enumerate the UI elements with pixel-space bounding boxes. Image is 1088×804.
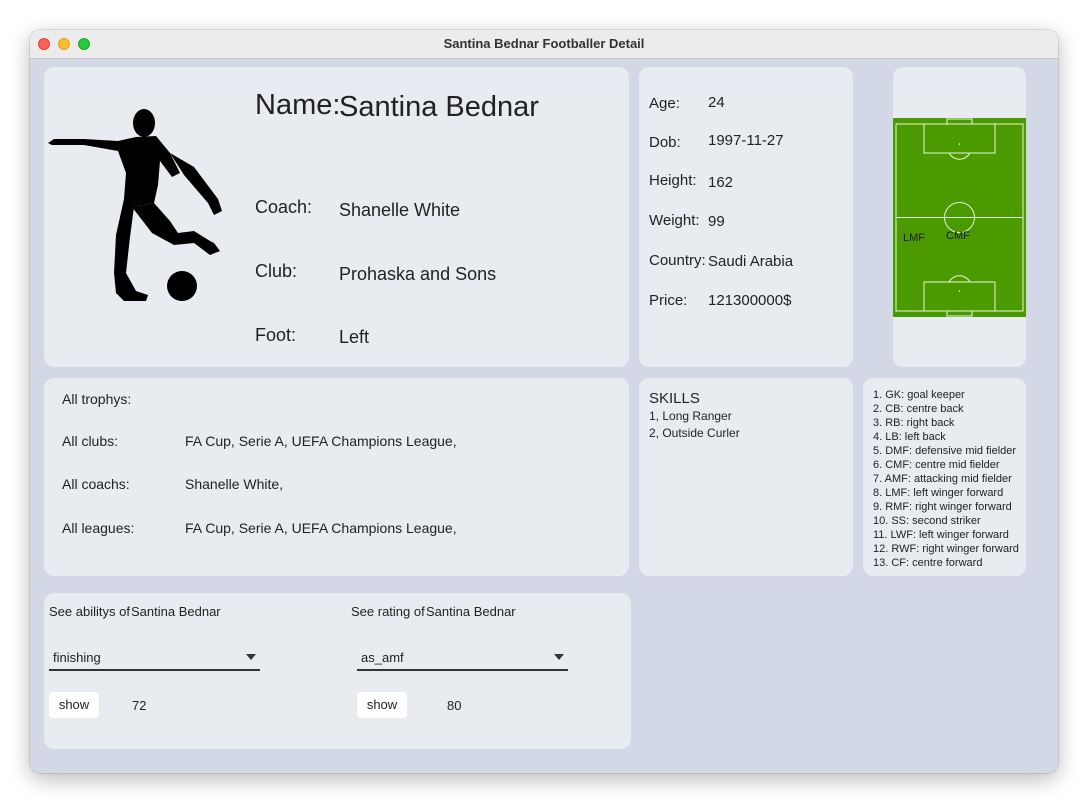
foot-value: Left [339,327,370,347]
legend-item: 3. RB: right back [873,417,955,429]
skills-card: SKILLS 1, Long Ranger 2, Outside Curler [639,378,853,576]
legend-item: 10. SS: second striker [873,515,981,527]
legend-item: 2. CB: centre back [873,403,964,415]
profile-card: Name: Santina Bednar Coach: Shanelle Whi… [44,67,629,367]
coachs-label: All coachs: [62,476,130,492]
coachs-value: Shanelle White, [185,476,284,492]
footballer-silhouette-icon [48,109,222,301]
legend-item: 5. DMF: defensive mid fielder [873,445,1017,457]
trophys-label: All trophys: [62,391,132,407]
legend-item: 4. LB: left back [873,431,946,443]
rating-select[interactable]: as_amf [357,645,568,671]
height-value: 162 [708,174,734,191]
height-label: Height: [649,172,697,189]
football-pitch: LMF CMF [893,118,1026,317]
skill-item: 1, Long Ranger [649,409,732,423]
price-label: Price: [649,292,688,309]
chevron-down-icon [246,654,256,660]
skill-item: 2, Outside Curler [649,426,740,440]
legend-item: 8. LMF: left winger forward [873,487,1004,499]
coach-label: Coach: [255,197,313,217]
history-card: All trophys: All clubs: FA Cup, Serie A,… [44,378,629,576]
ability-player-name: Santina Bednar [131,604,221,619]
skills-title: SKILLS [649,390,700,407]
rating-player-name: Santina Bednar [426,604,516,619]
ability-select[interactable]: finishing [49,645,260,671]
foot-label: Foot: [255,325,297,345]
country-label: Country: [649,252,706,269]
rating-label: See rating of [351,604,425,619]
ability-select-value: finishing [53,650,101,665]
title-bar: Santina Bednar Footballer Detail [30,30,1058,59]
ability-label: See abilitys of [49,604,130,619]
weight-value: 99 [708,213,725,230]
club-label: Club: [255,261,298,281]
legend-item: 7. AMF: attacking mid fielder [873,473,1012,485]
show-rating-button[interactable]: show [357,692,407,718]
ability-result: 72 [132,698,147,713]
coach-value: Shanelle White [339,200,461,220]
position-legend-card: 1. GK: goal keeper 2. CB: centre back 3.… [863,378,1026,576]
leagues-value: FA Cup, Serie A, UEFA Champions League, [185,520,457,536]
app-window: Santina Bednar Footballer Detail Name: S… [30,30,1058,773]
window-title: Santina Bednar Footballer Detail [443,36,645,51]
legend-item: 9. RMF: right winger forward [873,501,1012,513]
query-card: See abilitys of Santina Bednar finishing… [44,593,631,749]
weight-label: Weight: [649,212,700,229]
legend-item: 1. GK: goal keeper [873,389,965,401]
rating-result: 80 [447,698,462,713]
price-value: 121300000$ [708,292,792,309]
legend-item: 13. CF: centre forward [873,557,983,569]
age-label: Age: [649,95,680,112]
clubs-label: All clubs: [62,433,119,449]
dob-value: 1997-11-27 [708,132,784,149]
stats-card: Age: 24 Dob: 1997-11-27 Height: 162 Weig… [639,67,853,367]
leagues-label: All leagues: [62,520,135,536]
dob-label: Dob: [649,134,681,151]
clubs-value: FA Cup, Serie A, UEFA Champions League, [185,433,457,449]
chevron-down-icon [554,654,564,660]
rating-select-value: as_amf [361,650,404,665]
legend-item: 6. CMF: centre mid fielder [873,459,1000,471]
country-value: Saudi Arabia [708,253,794,270]
age-value: 24 [708,94,725,111]
position-marker-lmf: LMF [903,232,925,244]
legend-item: 11. LWF: left winger forward [873,529,1009,541]
legend-item: 12. RWF: right winger forward [873,543,1019,555]
name-value: Santina Bednar [339,91,539,123]
position-marker-cmf: CMF [946,230,970,242]
show-ability-button[interactable]: show [49,692,99,718]
field-card: LMF CMF [893,67,1026,367]
name-label: Name: [255,89,341,121]
club-value: Prohaska and Sons [339,264,497,284]
